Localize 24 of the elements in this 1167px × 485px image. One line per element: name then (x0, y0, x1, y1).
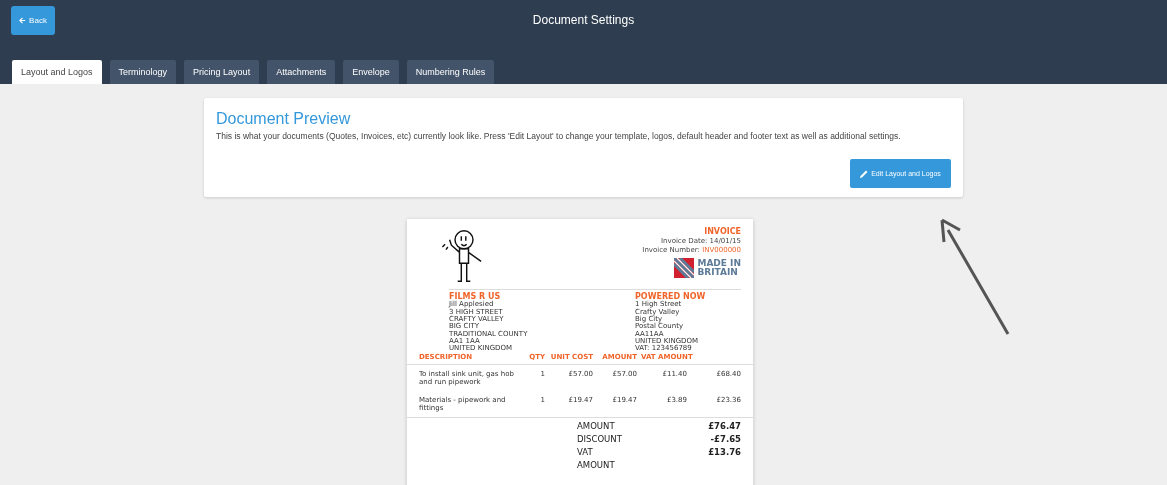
card-title: Document Preview (216, 110, 352, 128)
settings-tab[interactable]: Terminology (109, 60, 177, 84)
logo-text: MADE IN (697, 259, 741, 268)
settings-tab[interactable]: Pricing Layout (184, 60, 260, 84)
settings-tab[interactable]: Attachments (267, 60, 336, 84)
total-value: £13.76 (708, 447, 741, 458)
card-description: This is what your documents (Quotes, Invoices, etc) currently look like. Press 'Edit Layout' to change your template, logos, default header and footer text as well as additional settings. (216, 131, 902, 141)
document-type: INVOICE (704, 227, 741, 236)
total-label: AMOUNT (577, 421, 615, 432)
pencil-icon (860, 169, 869, 178)
logo-text: BRITAIN (697, 268, 739, 277)
settings-tab[interactable]: Envelope (343, 60, 399, 84)
total-label: AMOUNT (577, 460, 615, 471)
settings-tab[interactable]: Layout and Logos (12, 60, 102, 84)
customer-name: FILMS R US (449, 293, 502, 301)
arrow-left-icon (19, 17, 27, 24)
page-title: Document Settings (532, 13, 635, 27)
total-label: DISCOUNT (577, 434, 622, 445)
settings-tab[interactable]: Numbering Rules (406, 60, 495, 84)
total-value: £76.47 (708, 421, 741, 432)
total-label: VAT (577, 447, 593, 458)
flag-icon (674, 258, 695, 278)
total-value: -£7.65 (710, 434, 741, 445)
company-name: POWERED NOW (635, 293, 707, 301)
